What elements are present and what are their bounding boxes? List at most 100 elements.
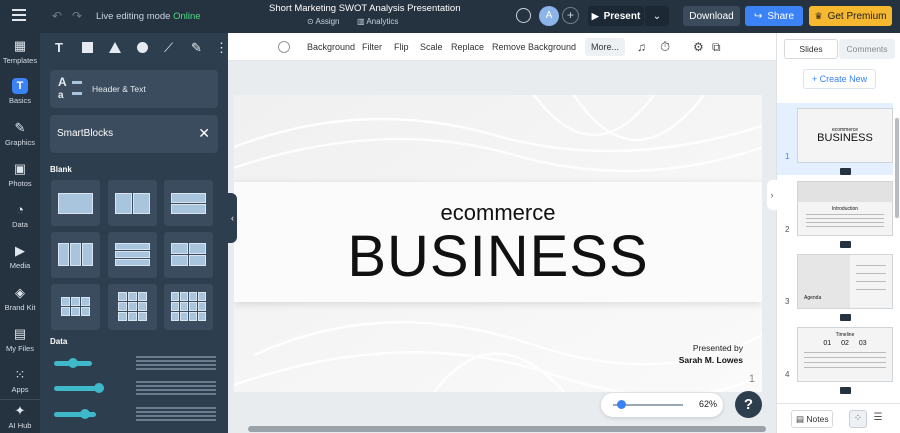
analytics-button[interactable]: ▥ Analytics: [357, 17, 398, 26]
transition-icon[interactable]: [840, 314, 851, 321]
layout-three-rows[interactable]: [108, 232, 157, 278]
present-label: Present: [603, 10, 641, 22]
assign-button[interactable]: ⊙ Assign: [307, 17, 340, 26]
filter-button[interactable]: Filter: [362, 42, 382, 52]
line-tool-icon[interactable]: ⟋: [164, 40, 173, 56]
slider-handle[interactable]: [68, 358, 78, 368]
zoom-slider-handle[interactable]: [616, 400, 626, 409]
nav-graphics[interactable]: ✎ Graphics: [0, 120, 40, 147]
zoom-value[interactable]: 62%: [699, 399, 717, 409]
nav-templates[interactable]: ▦ Templates: [0, 38, 40, 65]
blank-section-title: Blank: [50, 165, 72, 174]
slider-block-2[interactable]: [50, 378, 220, 400]
settings-gear-icon[interactable]: ⚙: [693, 40, 704, 54]
tab-comments[interactable]: Comments: [839, 39, 895, 59]
nav-apps[interactable]: ⁙ Apps: [0, 367, 40, 397]
add-collaborator-icon[interactable]: +: [562, 7, 579, 24]
layout-three-columns[interactable]: [51, 232, 100, 278]
triangle-tool-icon[interactable]: [109, 42, 121, 53]
present-dropdown-button[interactable]: ⌄: [645, 6, 669, 26]
pen-tool-icon[interactable]: ✎: [191, 40, 202, 56]
horizontal-scrollbar[interactable]: [248, 426, 766, 432]
help-button[interactable]: ?: [735, 391, 762, 418]
header-text-lines-icon: [72, 81, 82, 84]
undo-icon[interactable]: ↶: [52, 9, 62, 23]
header-text-card[interactable]: Aa Header & Text: [50, 70, 218, 108]
my-files-icon: ▤: [13, 326, 27, 341]
nav-label: Data: [12, 220, 28, 229]
replace-button[interactable]: Replace: [451, 42, 484, 52]
slide-canvas[interactable]: ecommerce BUSINESS Presented by Sarah M.…: [234, 95, 762, 392]
music-icon[interactable]: ♫: [637, 40, 646, 54]
nav-data[interactable]: ◔ Data: [0, 202, 40, 229]
presented-by-label[interactable]: Presented by: [693, 343, 743, 353]
nav-ai-hub[interactable]: ✦ AI Hub: [0, 399, 40, 430]
slider-block-1[interactable]: [50, 353, 220, 375]
get-premium-button[interactable]: ♛ Get Premium: [809, 6, 892, 26]
animation-timer-icon[interactable]: ⏱: [660, 39, 670, 55]
thumb-number: 2: [785, 225, 790, 234]
nav-basics[interactable]: T Basics: [0, 78, 40, 105]
transition-icon[interactable]: [840, 387, 851, 394]
notes-button[interactable]: ▤ Notes: [791, 410, 833, 428]
nav-photos[interactable]: ▣ Photos: [0, 161, 40, 188]
smartblocks-header: SmartBlocks ✕: [50, 115, 218, 153]
menu-icon[interactable]: [12, 9, 28, 23]
text-icon: T: [12, 78, 28, 94]
collapse-panel-tab[interactable]: ‹: [228, 193, 237, 243]
avatar[interactable]: A: [539, 6, 559, 26]
redo-icon[interactable]: ↷: [72, 9, 82, 23]
slide-thumbnail-1[interactable]: ecommerce BUSINESS: [797, 108, 893, 163]
more-button[interactable]: More...: [585, 38, 626, 56]
doc-title[interactable]: Short Marketing SWOT Analysis Presentati…: [269, 3, 461, 14]
close-icon[interactable]: ✕: [198, 125, 210, 142]
layout-two-rows[interactable]: [164, 180, 213, 226]
slider-handle[interactable]: [94, 383, 104, 393]
slide-thumbnail-2[interactable]: Introduction: [797, 181, 893, 236]
present-button[interactable]: ▶ Present: [588, 6, 644, 26]
slide-thumbnail-3[interactable]: Agenda: [797, 254, 893, 309]
text-tool-icon[interactable]: T: [55, 40, 63, 55]
layout-two-columns[interactable]: [108, 180, 157, 226]
create-new-slide-button[interactable]: + Create New: [803, 69, 876, 89]
templates-icon: ▦: [13, 38, 27, 53]
flip-button[interactable]: Flip: [394, 42, 409, 52]
slides-panel-toggle[interactable]: ›: [767, 180, 777, 210]
layout-one-block[interactable]: [51, 180, 100, 226]
nav-my-files[interactable]: ▤ My Files: [0, 326, 40, 353]
presenter-name[interactable]: Sarah M. Lowes: [679, 355, 743, 365]
list-view-icon[interactable]: ☰: [871, 410, 885, 428]
scale-button[interactable]: Scale: [420, 42, 443, 52]
background-button[interactable]: Background: [307, 42, 355, 52]
layout-three-by-three[interactable]: [108, 284, 157, 330]
slide-thumbnail-4[interactable]: Timeline 01 02 03: [797, 327, 893, 382]
remove-background-button[interactable]: Remove Background: [492, 42, 576, 52]
thumb-text: 01 02 03: [823, 340, 867, 347]
thumb-image: [798, 182, 892, 202]
analytics-label: Analytics: [366, 17, 399, 26]
transition-icon[interactable]: [840, 168, 851, 175]
chat-icon[interactable]: [516, 8, 531, 23]
thumbs-scrollbar[interactable]: [895, 118, 899, 218]
nav-media[interactable]: ▶ Media: [0, 243, 40, 270]
transition-icon[interactable]: [840, 241, 851, 248]
slider-handle[interactable]: [80, 409, 90, 419]
nav-label: AI Hub: [8, 421, 32, 430]
share-button[interactable]: ↪ Share: [745, 6, 803, 26]
grid-view-icon[interactable]: ⁘: [849, 410, 867, 428]
layout-three-by-two[interactable]: [51, 284, 100, 330]
circle-tool-icon[interactable]: [137, 42, 148, 53]
crop-icon[interactable]: ⧉: [712, 40, 721, 55]
layout-two-by-two[interactable]: [164, 232, 213, 278]
nav-brand-kit[interactable]: ◈ Brand Kit: [0, 285, 40, 312]
tab-slides[interactable]: Slides: [784, 39, 838, 59]
image-settings-icon[interactable]: [278, 41, 290, 53]
download-button[interactable]: Download: [683, 6, 740, 26]
slide-title[interactable]: BUSINESS: [234, 223, 762, 290]
rectangle-tool-icon[interactable]: [82, 42, 93, 53]
edit-mode-status: Online: [173, 11, 201, 22]
share-icon: ↪: [753, 10, 763, 22]
more-tools-icon[interactable]: ⋮: [215, 40, 228, 56]
layout-four-by-three[interactable]: [164, 284, 213, 330]
slider-block-3[interactable]: [50, 404, 220, 426]
